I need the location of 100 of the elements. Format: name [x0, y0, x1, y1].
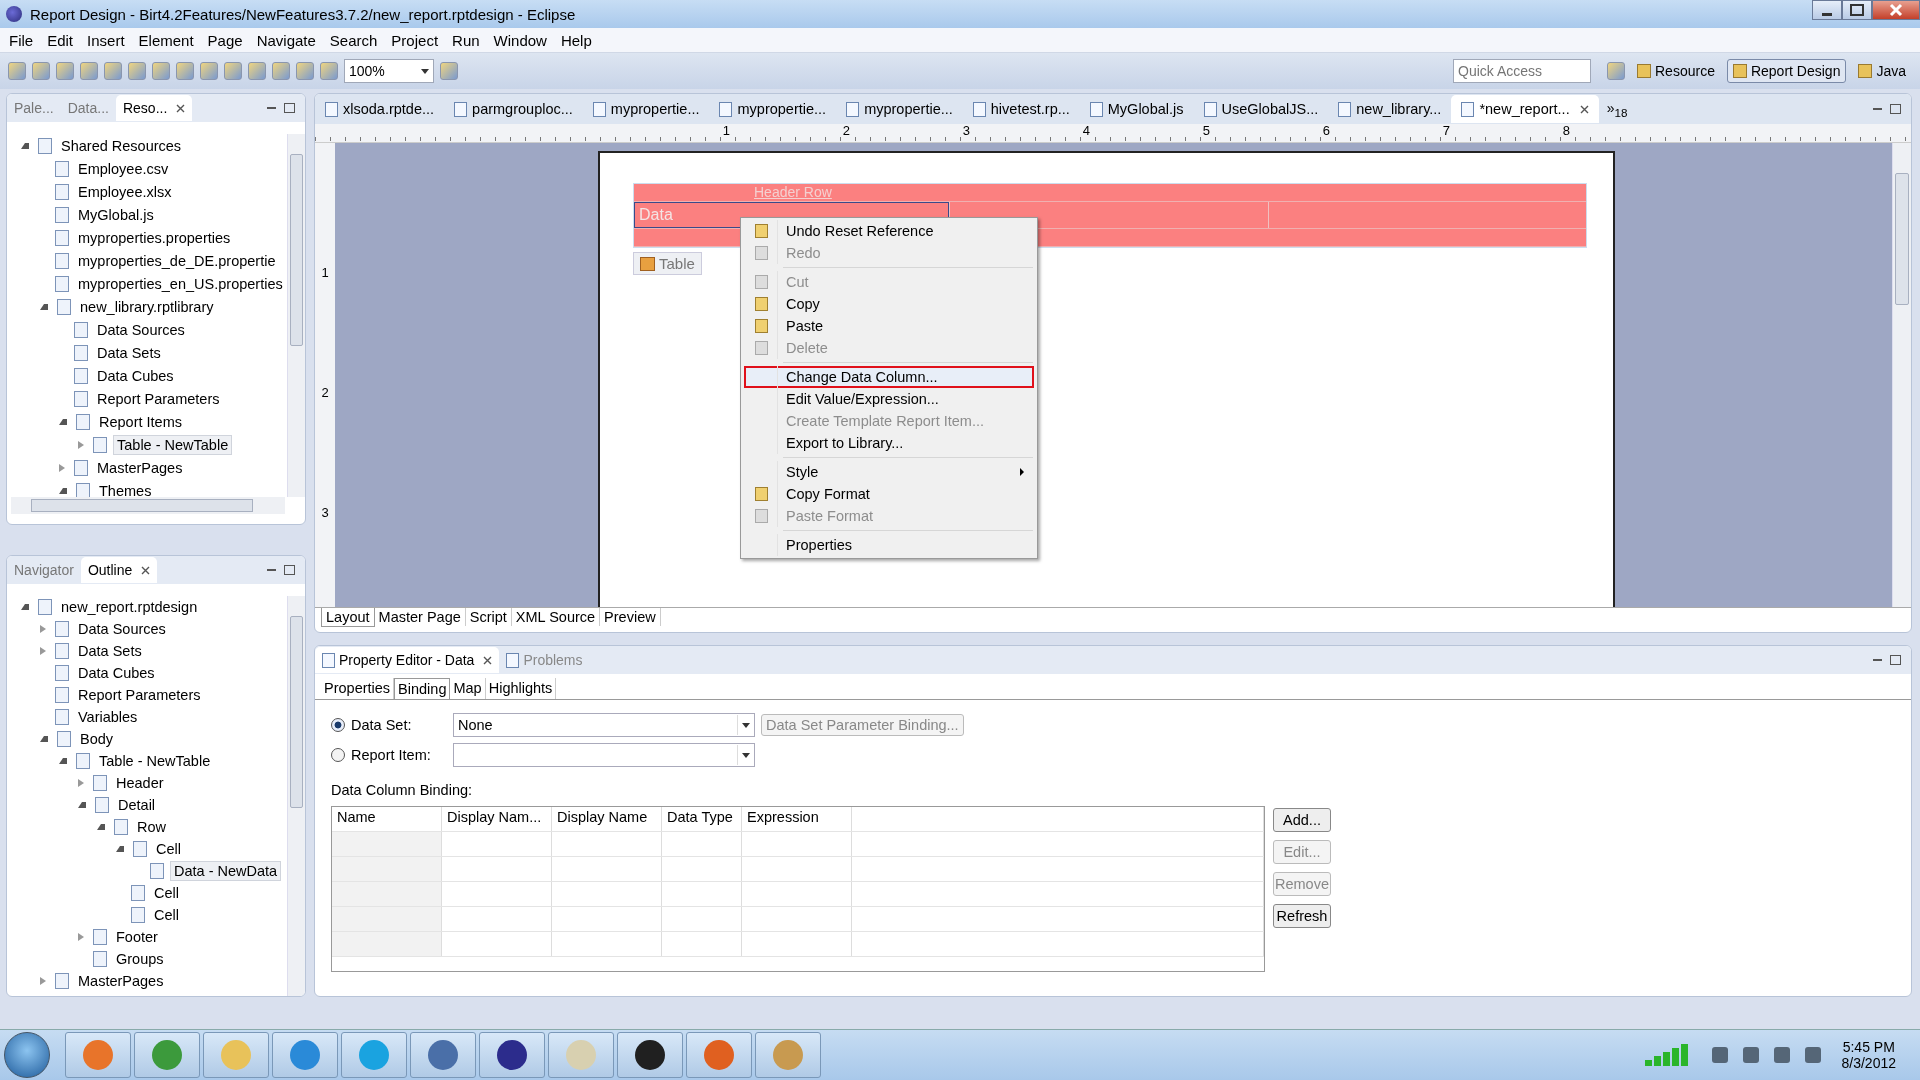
tree-item[interactable]: Data - NewData	[170, 861, 282, 881]
editor-tab[interactable]: parmgrouploc...	[444, 95, 583, 123]
toolbar-icon[interactable]	[248, 62, 266, 80]
tray-icon[interactable]	[1742, 1047, 1759, 1063]
action-button[interactable]: Add...	[1273, 808, 1331, 832]
menu-item[interactable]: Properties	[744, 534, 1034, 556]
tree-item[interactable]: Employee.csv	[75, 159, 172, 178]
menu-item[interactable]: Window	[486, 29, 554, 51]
menu-item[interactable]: Page	[200, 29, 250, 51]
taskbar-app-button[interactable]	[617, 1032, 683, 1078]
editor-view-tab[interactable]: Script	[465, 608, 512, 626]
collapse-arrow-icon[interactable]	[40, 303, 48, 310]
tree-item[interactable]: Footer	[113, 928, 161, 946]
menu-item[interactable]: Element	[131, 29, 201, 51]
collapse-arrow-icon[interactable]	[59, 758, 67, 764]
tree-item[interactable]: myproperties.properties	[75, 228, 234, 247]
tree-item[interactable]: Data Cubes	[75, 664, 158, 682]
menu-item[interactable]: Copy Format	[744, 483, 1034, 505]
maximize-icon[interactable]	[1890, 655, 1901, 665]
perspective-button[interactable]: Java	[1852, 59, 1912, 83]
collapse-arrow-icon[interactable]	[21, 604, 29, 610]
menu-item[interactable]: Run	[445, 29, 487, 51]
tree-item[interactable]: Report Parameters	[94, 389, 223, 408]
tree-item[interactable]: Data Sets	[94, 343, 164, 362]
toolbar-icon[interactable]	[176, 62, 194, 80]
editor-tab[interactable]: hivetest.rp...	[962, 95, 1080, 123]
toolbar-icon[interactable]	[320, 62, 338, 80]
expand-arrow-icon[interactable]	[40, 625, 46, 633]
dropdown-field[interactable]: None	[453, 713, 755, 737]
menu-item[interactable]: Navigate	[249, 29, 323, 51]
menu-item[interactable]: Paste	[744, 315, 1034, 337]
tree-item[interactable]: Data Sources	[75, 620, 169, 638]
tree-item[interactable]: Shared Resources	[58, 136, 185, 155]
menu-item[interactable]: Search	[322, 29, 385, 51]
editor-tab[interactable]: new_library...	[1328, 95, 1452, 123]
collapse-arrow-icon[interactable]	[97, 824, 105, 830]
tree-item[interactable]: Header	[113, 774, 167, 792]
tray-icon[interactable]	[1804, 1047, 1821, 1063]
scrollbar[interactable]	[1892, 143, 1911, 607]
column-header[interactable]: Data Type	[662, 807, 742, 831]
menu-item[interactable]: Help	[553, 29, 599, 51]
close-icon[interactable]	[141, 565, 151, 575]
expand-arrow-icon[interactable]	[40, 977, 46, 985]
editor-tab[interactable]: *new_report...	[1451, 95, 1599, 123]
expand-arrow-icon[interactable]	[78, 440, 84, 449]
tree-item[interactable]: Table - NewTable	[96, 752, 214, 770]
expand-arrow-icon[interactable]	[78, 933, 84, 941]
editor-tab[interactable]: MyGlobal.js	[1079, 95, 1194, 123]
editor-tab[interactable]: mypropertie...	[582, 95, 710, 123]
tree-item[interactable]: Data Sources	[94, 320, 188, 339]
collapse-arrow-icon[interactable]	[21, 142, 29, 149]
property-tab[interactable]: Properties	[321, 678, 395, 699]
tree-item[interactable]: Report Items	[96, 412, 185, 431]
tree-item[interactable]: Groups	[113, 950, 167, 968]
tree-item[interactable]: myproperties_en_US.properties	[75, 274, 286, 293]
editor-view-tab[interactable]: Master Page	[374, 608, 466, 626]
tree-item[interactable]: MyGlobal.js	[75, 205, 157, 224]
panel-tab[interactable]: Navigator	[7, 557, 81, 583]
property-tab[interactable]: Map	[450, 678, 486, 699]
close-button[interactable]	[1872, 0, 1920, 20]
toolbar-icon[interactable]	[296, 62, 314, 80]
tray-icon[interactable]	[1773, 1047, 1790, 1063]
toolbar-icon[interactable]	[32, 62, 50, 80]
zoom-dropdown[interactable]: 100%	[344, 59, 434, 83]
close-icon[interactable]	[176, 103, 186, 113]
column-header[interactable]: Name	[332, 807, 442, 831]
toolbar-icon[interactable]	[272, 62, 290, 80]
tree-item[interactable]: Data Sets	[75, 642, 145, 660]
toolbar-icon[interactable]	[224, 62, 242, 80]
tree-item[interactable]: Cell	[153, 840, 184, 858]
maximize-button[interactable]	[1842, 0, 1872, 20]
maximize-icon[interactable]	[284, 565, 295, 575]
menu-item[interactable]: Change Data Column...	[744, 366, 1034, 388]
expand-arrow-icon[interactable]	[59, 463, 65, 472]
scrollbar[interactable]	[11, 497, 285, 514]
editor-tab[interactable]: mypropertie...	[836, 95, 963, 123]
close-icon[interactable]	[1579, 104, 1589, 114]
column-header[interactable]: Expression	[742, 807, 852, 831]
tree-item[interactable]: Row	[134, 818, 169, 836]
toolbar-icon[interactable]	[128, 62, 146, 80]
menu-item[interactable]: Style	[744, 461, 1034, 483]
toolbar-icon[interactable]	[152, 62, 170, 80]
expand-arrow-icon[interactable]	[78, 779, 84, 787]
menu-item[interactable]: Edit	[40, 29, 81, 51]
menu-item[interactable]: File	[2, 29, 41, 51]
dropdown-field[interactable]	[453, 743, 755, 767]
start-button[interactable]	[4, 1032, 50, 1078]
panel-tab[interactable]: Pale...	[7, 95, 61, 121]
menu-item[interactable]: Insert	[80, 29, 132, 51]
tree-item[interactable]: Report Parameters	[75, 686, 204, 704]
menu-item[interactable]: Export to Library...	[744, 432, 1034, 454]
radio-button[interactable]	[331, 718, 345, 732]
menu-item[interactable]: Project	[384, 29, 446, 51]
collapse-arrow-icon[interactable]	[59, 418, 67, 425]
toolbar-icon[interactable]	[200, 62, 218, 80]
panel-tab[interactable]: Reso...	[115, 95, 193, 121]
tree-item[interactable]: Employee.xlsx	[75, 182, 175, 201]
column-header[interactable]: Display Name	[552, 807, 662, 831]
minimize-button[interactable]	[1812, 0, 1842, 20]
perspective-button[interactable]: Resource	[1631, 59, 1721, 83]
